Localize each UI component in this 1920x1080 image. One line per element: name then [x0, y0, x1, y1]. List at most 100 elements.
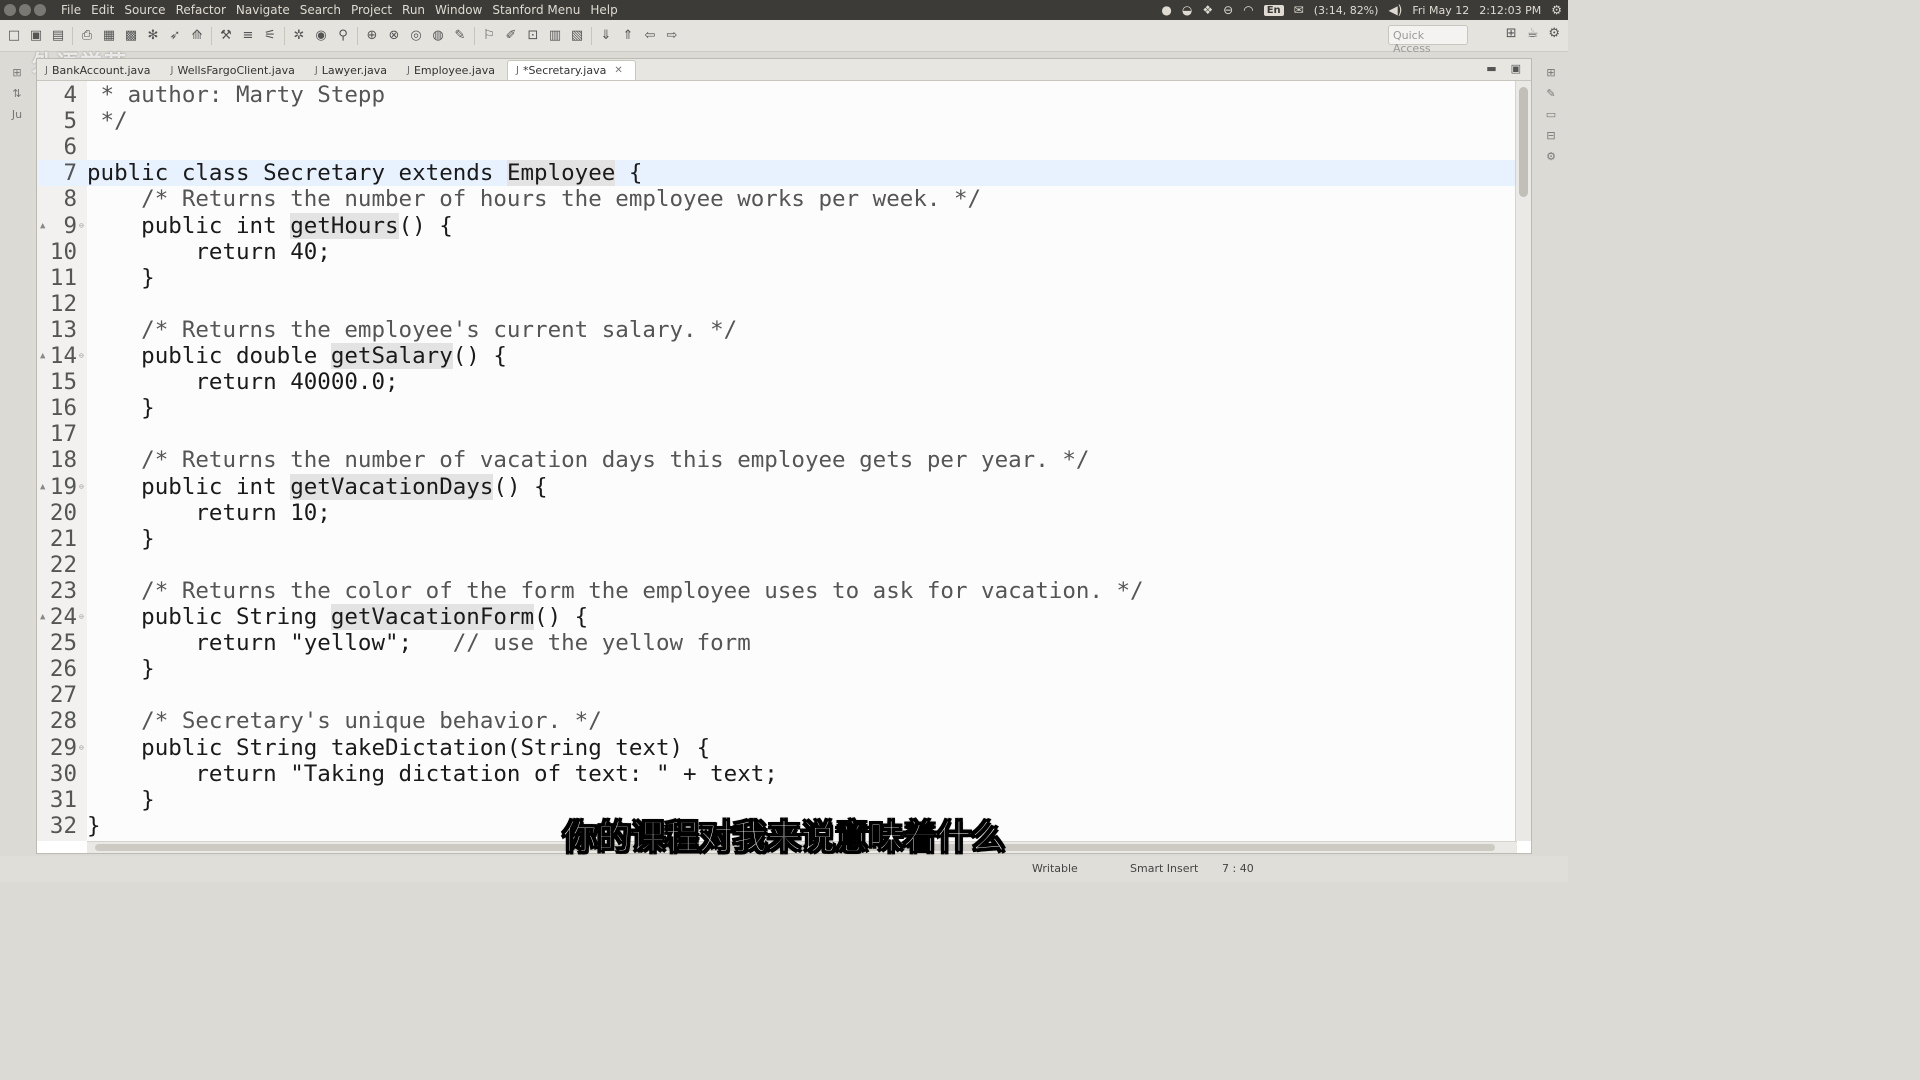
code-line[interactable]: 24 ▲ ⊖ public String getVacationForm() { [37, 604, 1515, 630]
code-line[interactable]: 21 } [37, 526, 1515, 552]
menu-run[interactable]: Run [397, 3, 430, 17]
close-tab-icon[interactable]: ✕ [614, 65, 622, 76]
problems-icon[interactable]: ⊟ [1546, 129, 1555, 142]
save-all-icon[interactable]: ▤ [50, 28, 66, 44]
code-line[interactable]: 14 ▲ ⊖ public double getSalary() { [37, 343, 1515, 369]
outline-icon[interactable]: ▥ [547, 28, 563, 44]
block-icon[interactable]: ▧ [569, 28, 585, 44]
external-tools-icon[interactable]: ✲ [291, 28, 307, 44]
menu-source[interactable]: Source [119, 3, 170, 17]
junit-icon[interactable]: Ju [12, 108, 22, 121]
horizontal-scroll-thumb[interactable] [95, 844, 1495, 851]
build-icon[interactable]: ▦ [101, 28, 117, 44]
next-annotation-icon[interactable]: ⇓ [598, 28, 614, 44]
settings-icon[interactable]: ⚙ [1546, 150, 1556, 163]
fold-toggle-icon[interactable]: ⊖ [79, 474, 84, 500]
prev-annotation-icon[interactable]: ⇑ [620, 28, 636, 44]
maximize-editor-icon[interactable]: ▣ [1511, 62, 1521, 75]
code-line[interactable]: 22 [37, 552, 1515, 578]
wifi-icon[interactable]: ◠ [1243, 3, 1253, 17]
settings-gear-icon[interactable]: ⚙ [1551, 3, 1562, 17]
code-line[interactable]: 16 } [37, 395, 1515, 421]
hierarchy-icon[interactable]: ⇅ [12, 87, 21, 100]
vertical-scroll-thumb[interactable] [1519, 87, 1528, 197]
mail-icon[interactable]: ✉ [1294, 3, 1304, 17]
menu-edit[interactable]: Edit [86, 3, 119, 17]
pin-icon[interactable]: ⚐ [481, 28, 497, 44]
battery-status[interactable]: (3:14, 82%) [1314, 4, 1379, 17]
tray-time[interactable]: 2:12:03 PM [1479, 4, 1541, 17]
code-line[interactable]: 28 /* Secretary's unique behavior. */ [37, 708, 1515, 734]
toggle-icon[interactable]: ⊡ [525, 28, 541, 44]
volume-icon[interactable]: ◀) [1388, 3, 1402, 17]
new-package-icon[interactable]: ⊗ [386, 28, 402, 44]
save-icon[interactable]: ▣ [28, 28, 44, 44]
code-line[interactable]: 30 return "Taking dictation of text: " +… [37, 761, 1515, 787]
code-line[interactable]: 6 [37, 134, 1515, 160]
fold-toggle-icon[interactable]: ⊖ [79, 213, 84, 239]
run-icon[interactable]: ➶ [167, 28, 183, 44]
code-line[interactable]: 9 ▲ ⊖ public int getHours() { [37, 212, 1515, 239]
code-line[interactable]: 15 return 40000.0; [37, 369, 1515, 395]
run-config-icon[interactable]: ▩ [123, 28, 139, 44]
network-icon[interactable]: ◒ [1182, 3, 1192, 17]
print-icon[interactable]: ⎙ [79, 28, 95, 44]
open-task-icon[interactable]: ◍ [430, 28, 446, 44]
open-perspective-icon[interactable]: ⊞ [1506, 26, 1517, 41]
menu-help[interactable]: Help [585, 3, 622, 17]
fold-toggle-icon[interactable]: ⊖ [79, 735, 84, 761]
forward-icon[interactable]: ⇨ [664, 28, 680, 44]
deploy-icon[interactable]: ⟰ [189, 28, 205, 44]
console-icon[interactable]: ▭ [1546, 108, 1556, 121]
keyboard-language[interactable]: En [1263, 4, 1284, 16]
minimize-window-icon[interactable] [19, 4, 31, 16]
new-icon[interactable]: □ [6, 28, 22, 44]
horizontal-scrollbar[interactable] [87, 841, 1517, 853]
code-line[interactable]: 20 return 10; [37, 500, 1515, 526]
tool-icon[interactable]: ⚒ [218, 28, 234, 44]
code-line[interactable]: 13 /* Returns the employee's current sal… [37, 317, 1515, 343]
code-line[interactable]: 7 public class Secretary extends Employee… [37, 160, 1515, 187]
minimize-editor-icon[interactable]: ▬ [1486, 62, 1496, 75]
code-line[interactable]: 19 ▲ ⊖ public int getVacationDays() { [37, 473, 1515, 500]
close-window-icon[interactable] [4, 4, 16, 16]
back-icon[interactable]: ⇦ [642, 28, 658, 44]
code-line[interactable]: 32} [37, 813, 1515, 839]
vertical-scrollbar[interactable] [1515, 81, 1531, 841]
debug-icon[interactable]: ✻ [145, 28, 161, 44]
menu-window[interactable]: Window [430, 3, 487, 17]
menu-stanford[interactable]: Stanford Menu [487, 3, 585, 17]
run-app-icon[interactable]: ◉ [313, 28, 329, 44]
quick-access-input[interactable]: Quick Access [1388, 25, 1468, 55]
editor-tab[interactable]: J Lawyer.java [307, 60, 399, 80]
code-line[interactable]: 4 * author: Marty Stepp [37, 82, 1515, 108]
code-line[interactable]: 18 /* Returns the number of vacation day… [37, 447, 1515, 473]
maximize-window-icon[interactable] [34, 4, 46, 16]
editor-tab[interactable]: J BankAccount.java [37, 60, 163, 80]
dropbox-icon[interactable]: ❖ [1202, 3, 1213, 17]
new-class-icon[interactable]: ⊕ [364, 28, 380, 44]
outline-view-icon[interactable]: ⊞ [1546, 66, 1555, 79]
code-line[interactable]: 12 [37, 291, 1515, 317]
code-line[interactable]: 26 } [37, 656, 1515, 682]
code-line[interactable]: 23 /* Returns the color of the form the … [37, 578, 1515, 604]
code-line[interactable]: 29 ⊖ public String takeDictation(String t… [37, 735, 1515, 761]
code-editor[interactable]: 4 * author: Marty Stepp 5 */6 7 public clas… [37, 81, 1515, 841]
record-icon[interactable]: ● [1161, 3, 1171, 17]
code-line[interactable]: 10 return 40; [37, 239, 1515, 265]
menu-search[interactable]: Search [295, 3, 346, 17]
tray-date[interactable]: Fri May 12 [1412, 4, 1469, 17]
code-line[interactable]: 8 /* Returns the number of hours the emp… [37, 186, 1515, 212]
editor-tab[interactable]: J Employee.java [399, 60, 507, 80]
update-icon[interactable]: ⊖ [1223, 3, 1233, 17]
window-controls[interactable] [0, 4, 56, 16]
menu-project[interactable]: Project [346, 3, 397, 17]
editor-tab[interactable]: J *Secretary.java ✕ [506, 60, 636, 80]
code-line[interactable]: 17 [37, 421, 1515, 447]
fold-toggle-icon[interactable]: ⊖ [79, 604, 84, 630]
code-line[interactable]: 11 } [37, 265, 1515, 291]
java-perspective-icon[interactable]: ☕ [1527, 26, 1539, 41]
debug-perspective-icon[interactable]: ⚙ [1548, 26, 1560, 41]
fold-toggle-icon[interactable]: ⊖ [79, 343, 84, 369]
menu-file[interactable]: File [56, 3, 86, 17]
